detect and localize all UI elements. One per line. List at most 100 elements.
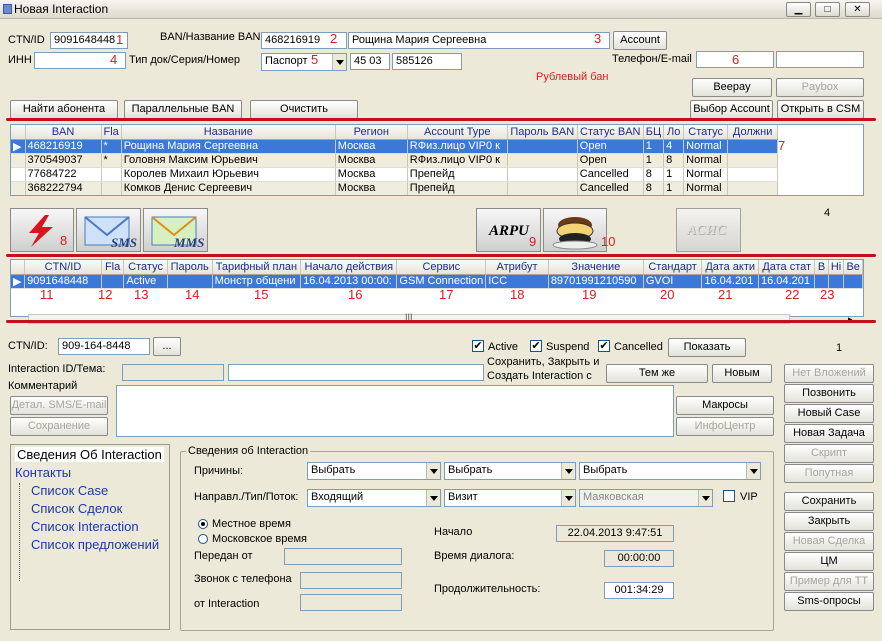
column-header[interactable]: Начало действия [300,260,398,275]
mms-button[interactable]: MMS [143,208,208,252]
table-cell[interactable]: ICC [485,274,549,289]
table-cell[interactable] [507,167,578,182]
table-cell[interactable]: Москва [335,139,408,154]
reason-2-select[interactable]: Выбрать [444,462,576,480]
table-cell[interactable]: 8 [663,153,685,168]
table-cell[interactable]: Open [577,153,644,168]
show-button[interactable]: Показать [668,338,746,357]
doc-type-select[interactable]: Паспорт [261,53,347,71]
new-deal-button[interactable]: Новая Сделка [784,532,874,551]
close-form-button[interactable]: Закрыть [784,512,874,531]
macros-button[interactable]: Макросы [676,396,774,415]
table-cell[interactable] [814,274,829,289]
passed-from-input[interactable] [284,548,402,565]
column-header[interactable]: Fla [101,260,125,275]
table-cell[interactable] [507,181,578,195]
column-header[interactable]: BAN [25,125,102,140]
maximize-button[interactable]: □ [815,2,840,17]
column-header[interactable]: CTN/ID [24,260,102,275]
minimize-button[interactable]: ▁ [786,2,811,17]
tree-item-offers[interactable]: Список предложений [31,537,159,552]
table-cell[interactable]: Москва [335,167,408,182]
table-cell[interactable]: Open [577,139,644,154]
table-cell[interactable]: 8 [643,167,665,182]
call-button[interactable]: Позвонить [784,384,874,403]
email-input[interactable] [776,51,864,68]
account-button[interactable]: Account [613,31,667,50]
script-button[interactable]: Скрипт [784,444,874,463]
ctn-lookup-button[interactable]: ... [153,337,181,356]
table-cell[interactable]: Normal [683,167,729,182]
table-cell[interactable]: 16.04.2013 00:00: [300,274,398,289]
column-header[interactable]: Account Type [407,125,508,140]
table-cell[interactable]: Normal [683,153,729,168]
table-cell[interactable] [727,181,779,195]
table-cell[interactable]: Active [123,274,168,289]
table-cell[interactable]: 468216919 [25,139,102,154]
paybox-button[interactable]: Paybox [776,78,864,97]
table-cell[interactable]: RФиз.лицо VIP0 к [407,153,508,168]
table-cell[interactable]: * [101,153,122,168]
sms-detail-button[interactable]: Детал. SMS/E-mail [10,396,108,415]
column-header[interactable]: Стандарт [643,260,703,275]
column-header[interactable]: Дата стат [758,260,816,275]
ban-table[interactable]: BAN Fla Название Регион Account Type Пар… [10,124,864,196]
table-cell[interactable]: 1 [663,167,685,182]
cancelled-checkbox[interactable]: ✔ [598,340,610,352]
find-subscriber-button[interactable]: Найти абонента [10,100,118,119]
column-header[interactable]: БЦ [643,125,665,140]
table-cell[interactable]: Normal [683,139,729,154]
table-row[interactable]: 370549037 * Головня Максим Юрьевич Москва RФ… [11,153,779,168]
column-header[interactable]: Hi [828,260,845,275]
table-cell[interactable]: Normal [683,181,729,195]
type-select[interactable]: Визит [444,489,576,507]
doc-number-input[interactable]: 585126 [392,53,462,70]
tree-item-interactions[interactable]: Список Interaction [31,519,139,534]
column-header[interactable]: Сервис [396,260,487,275]
interaction-topic-input[interactable] [228,364,484,381]
table-cell[interactable]: Головня Максим Юрьевич [121,153,336,168]
table-cell[interactable]: 4 [663,139,685,154]
table-row[interactable]: ▶ 468216919 * Рощина Мария Сергеевна Москва R… [11,139,779,154]
column-header[interactable]: Ве [843,260,863,275]
table-cell[interactable]: Москва [335,181,408,195]
column-header[interactable]: Пароль [167,260,213,275]
table-cell[interactable] [727,167,779,182]
column-header[interactable]: Значение [548,260,644,275]
table-cell[interactable] [828,274,845,289]
parallel-ban-button[interactable]: Параллельные BAN [124,100,242,119]
table-cell[interactable] [101,181,122,195]
doc-series-input[interactable]: 45 03 [350,53,390,70]
acis-button[interactable]: АСИС [676,208,741,252]
table-cell[interactable]: 1 [643,139,665,154]
table-cell[interactable]: 89701991210590 [548,274,644,289]
column-header[interactable]: Статус [683,125,729,140]
save-button[interactable]: Сохранить [784,492,874,511]
column-header[interactable]: Статус BAN [577,125,644,140]
table-cell[interactable]: Препейд [407,181,508,195]
table-cell[interactable]: 77684722 [25,167,102,182]
column-header[interactable]: Ло [663,125,685,140]
table-cell[interactable] [727,139,779,154]
table-cell[interactable]: 9091648448 [24,274,102,289]
table-cell[interactable]: Комков Денис Сергеевич [121,181,336,195]
tree-item-details[interactable]: Сведения Об Interaction [15,447,164,462]
table-row[interactable]: ▶ 9091648448 Active Монстр общени 16.04.2013… [11,274,863,289]
table-cell[interactable] [101,167,122,182]
table-cell[interactable]: Москва [335,153,408,168]
column-header[interactable]: Пароль BAN [507,125,578,140]
tree-item-deals[interactable]: Список Сделок [31,501,122,516]
new-topic-button[interactable]: Новым [712,364,772,383]
table-cell[interactable]: 1 [663,181,685,195]
table-cell[interactable] [507,139,578,154]
flow-select[interactable]: Маяковская [579,489,713,507]
column-header[interactable]: Должни [727,125,779,140]
table-row[interactable]: 368222794 Комков Денис Сергеевич Москва Пре… [11,181,779,195]
tree-item-cases[interactable]: Список Case [31,483,108,498]
no-attachments-button[interactable]: Нет Вложений [784,364,874,383]
follow-up-button[interactable]: Попутная [784,464,874,483]
info-center-button[interactable]: ИнфоЦентр [676,417,774,436]
example-tt-button[interactable]: Пример для ТТ [784,572,874,591]
tree-item-contacts[interactable]: Контакты [15,465,71,480]
coffee-button[interactable] [543,208,607,252]
